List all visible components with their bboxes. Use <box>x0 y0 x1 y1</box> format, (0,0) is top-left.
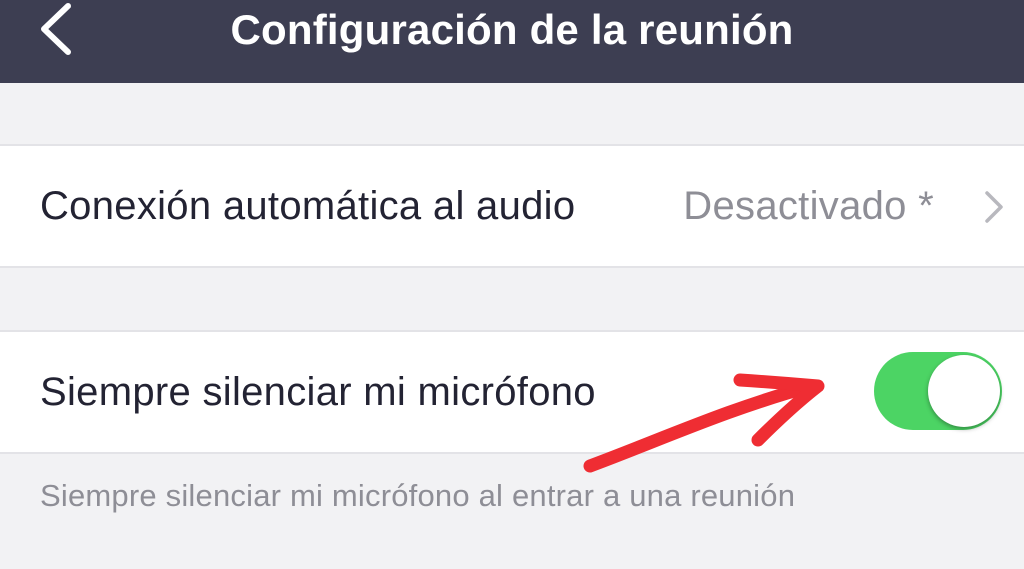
toggle-knob <box>928 355 1000 427</box>
auto-connect-audio-row[interactable]: Conexión automática al audio Desactivado… <box>0 144 1024 268</box>
auto-connect-audio-value: Desactivado * <box>683 183 934 228</box>
auto-connect-audio-label: Conexión automática al audio <box>40 183 576 228</box>
top-bar: Configuración de la reunión <box>0 0 1024 83</box>
always-mute-toggle[interactable] <box>874 352 1002 430</box>
chevron-right-icon <box>985 191 1003 223</box>
always-mute-row: Siempre silenciar mi micrófono <box>0 330 1024 454</box>
always-mute-label: Siempre silenciar mi micrófono <box>40 369 596 414</box>
page-title: Configuración de la reunión <box>230 6 794 53</box>
always-mute-description: Siempre silenciar mi micrófono al entrar… <box>40 478 796 513</box>
